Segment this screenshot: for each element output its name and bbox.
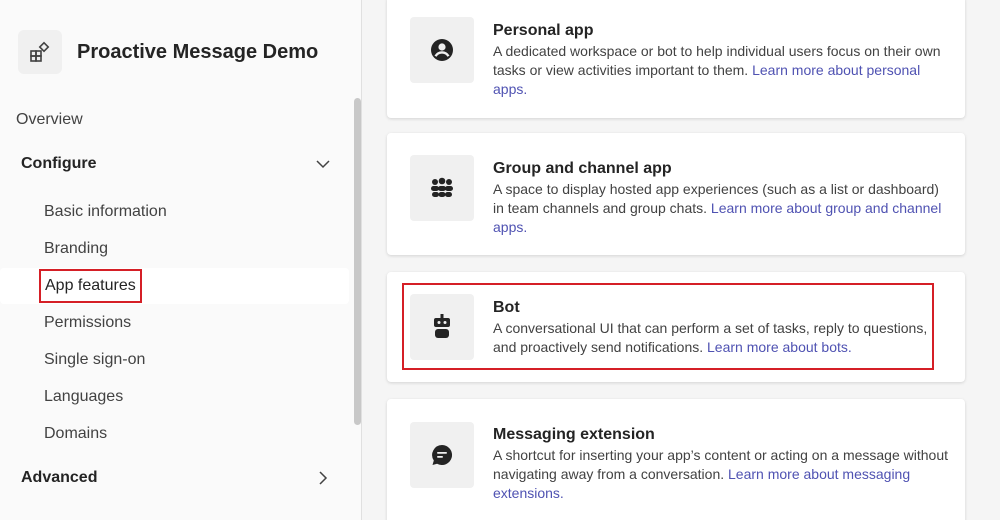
nav-item-basic-information[interactable]: Basic information [44,203,167,221]
nav-item-languages[interactable]: Languages [44,388,123,406]
feature-description: A dedicated workspace or bot to help ind… [493,43,941,97]
feature-title: Personal app [493,22,594,39]
chevron-down-icon [316,160,330,169]
feature-title: Group and channel app [493,160,672,177]
chat-bubble-icon [410,422,474,488]
nav-configure-label: Configure [21,155,97,172]
feature-card-group-channel-app[interactable]: Group and channel app A space to display… [387,133,965,255]
feature-description: A shortcut for inserting your app’s cont… [493,447,948,501]
app-grid-icon [18,30,62,74]
person-icon [410,17,474,83]
highlight-box [402,283,934,370]
nav-advanced[interactable]: Advanced [21,469,331,487]
nav-item-branding[interactable]: Branding [44,240,108,258]
people-group-icon [410,155,474,221]
app-header: Proactive Message Demo [18,30,318,74]
nav-configure[interactable]: Configure [21,155,331,173]
nav-item-domains[interactable]: Domains [44,425,107,443]
nav-item-single-sign-on[interactable]: Single sign-on [44,351,145,369]
app-title: Proactive Message Demo [77,40,319,63]
feature-card-personal-app[interactable]: Personal app A dedicated workspace or bo… [387,0,965,118]
sidebar-scrollbar[interactable] [354,98,361,425]
nav-advanced-label: Advanced [21,469,98,486]
nav-item-permissions[interactable]: Permissions [44,314,131,332]
nav-overview[interactable]: Overview [16,111,83,129]
nav-item-app-features[interactable]: App features [39,269,142,303]
feature-card-messaging-extension[interactable]: Messaging extension A shortcut for inser… [387,399,965,520]
sidebar: Proactive Message Demo Overview Configur… [0,0,362,520]
chevron-right-icon [319,471,328,485]
feature-title: Messaging extension [493,426,655,443]
feature-description: A space to display hosted app experience… [493,181,942,235]
